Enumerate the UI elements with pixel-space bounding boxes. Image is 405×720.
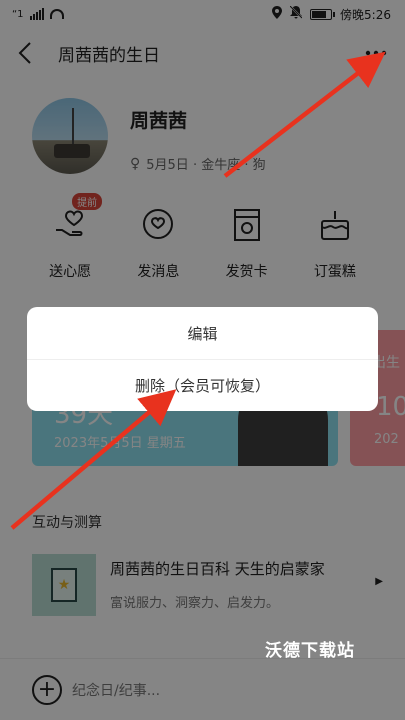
menu-item-delete[interactable]: 删除（会员可恢复） [27, 359, 378, 411]
watermark: 沃德下载站 [265, 641, 355, 661]
menu-item-edit[interactable]: 编辑 [27, 307, 378, 359]
action-menu: 编辑 删除（会员可恢复） [27, 307, 378, 411]
